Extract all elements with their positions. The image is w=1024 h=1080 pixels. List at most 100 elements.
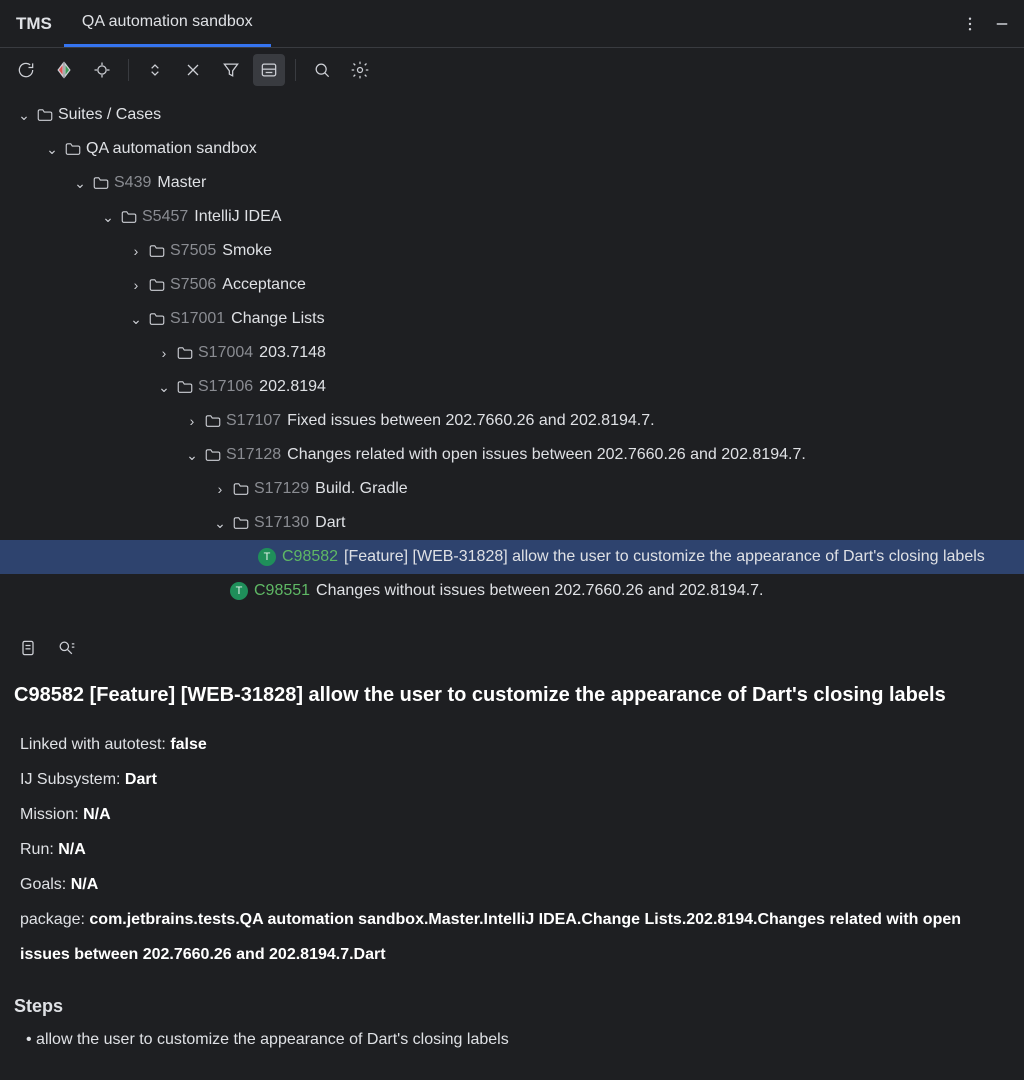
tree-suite[interactable]: ›S7505Smoke <box>0 234 1024 268</box>
tree-suite[interactable]: ⌄S17128Changes related with open issues … <box>0 438 1024 472</box>
chevron-down-icon[interactable]: ⌄ <box>154 379 174 396</box>
test-badge-icon: T <box>230 582 248 600</box>
tree-suite[interactable]: ⌄S17106202.8194 <box>0 370 1024 404</box>
expand-collapse-button[interactable] <box>139 54 171 86</box>
folder-icon <box>146 242 168 260</box>
toolbar-separator <box>128 59 129 81</box>
field-value: com.jetbrains.tests.QA automation sandbo… <box>20 911 961 963</box>
field-value: N/A <box>58 841 86 858</box>
settings-button[interactable] <box>344 54 376 86</box>
tree-item-label: Changes without issues between 202.7660.… <box>316 582 763 600</box>
compare-diff-button[interactable] <box>48 54 80 86</box>
tree-item-label: QA automation sandbox <box>86 140 257 158</box>
detail-title: C98582 [Feature] [WEB-31828] allow the u… <box>14 684 1010 707</box>
chevron-down-icon[interactable]: ⌄ <box>14 107 34 124</box>
tree-suite[interactable]: ›S17107Fixed issues between 202.7660.26 … <box>0 404 1024 438</box>
refresh-button[interactable] <box>10 54 42 86</box>
tree-suite[interactable]: ⌄S5457IntelliJ IDEA <box>0 200 1024 234</box>
field-key: Mission: <box>20 806 83 823</box>
folder-icon <box>146 276 168 294</box>
title-bar: TMS QA automation sandbox <box>0 0 1024 48</box>
detail-field: Mission: N/A <box>20 797 1010 832</box>
suite-id: S17129 <box>254 480 309 498</box>
folder-icon <box>230 480 252 498</box>
detail-toolbar <box>14 626 1010 670</box>
tree-item-label: Master <box>157 174 206 192</box>
chevron-down-icon[interactable]: ⌄ <box>210 515 230 532</box>
tree-item-label: Change Lists <box>231 310 324 328</box>
chevron-down-icon[interactable]: ⌄ <box>42 141 62 158</box>
folder-icon <box>174 344 196 362</box>
chevron-right-icon[interactable]: › <box>182 413 202 429</box>
folder-icon <box>202 446 224 464</box>
tree-item-label: 202.8194 <box>259 378 326 396</box>
detail-field: IJ Subsystem: Dart <box>20 762 1010 797</box>
tree-item-label: Dart <box>315 514 345 532</box>
field-key: IJ Subsystem: <box>20 771 125 788</box>
close-button[interactable] <box>177 54 209 86</box>
tree-item-label: Smoke <box>222 242 272 260</box>
chevron-right-icon[interactable]: › <box>154 345 174 361</box>
tree-suite[interactable]: ›S17129Build. Gradle <box>0 472 1024 506</box>
folder-icon <box>90 174 112 192</box>
tree-suite[interactable]: ⌄S17001Change Lists <box>0 302 1024 336</box>
tree-item-label: Fixed issues between 202.7660.26 and 202… <box>287 412 654 430</box>
suite-id: S439 <box>114 174 151 192</box>
detail-panel: C98582 [Feature] [WEB-31828] allow the u… <box>0 626 1024 1049</box>
field-key: Run: <box>20 841 58 858</box>
locate-button[interactable] <box>86 54 118 86</box>
tree-suite[interactable]: › S7506 Acceptance <box>0 268 1024 302</box>
tree-suite[interactable]: ⌄S17130Dart <box>0 506 1024 540</box>
case-id: C98551 <box>254 582 310 600</box>
toolbar-separator <box>295 59 296 81</box>
test-badge-icon: T <box>258 548 276 566</box>
folder-icon <box>146 310 168 328</box>
tree-item-label: Acceptance <box>222 276 306 294</box>
folder-icon <box>174 378 196 396</box>
tree-item-label: [Feature] [WEB-31828] allow the user to … <box>344 548 985 566</box>
tab-label: QA automation sandbox <box>82 13 253 31</box>
tree-suite[interactable]: ⌄ QA automation sandbox <box>0 132 1024 166</box>
detail-field: Goals: N/A <box>20 867 1010 902</box>
minimize-icon[interactable] <box>986 0 1018 47</box>
field-value: false <box>170 736 206 753</box>
kebab-menu-icon[interactable] <box>954 0 986 47</box>
tree-case[interactable]: ›TC98582[Feature] [WEB-31828] allow the … <box>0 540 1024 574</box>
tree-suite[interactable]: ›S17004203.7148 <box>0 336 1024 370</box>
field-value: N/A <box>71 876 99 893</box>
chevron-down-icon[interactable]: ⌄ <box>182 447 202 464</box>
filter-button[interactable] <box>215 54 247 86</box>
chevron-down-icon[interactable]: ⌄ <box>126 311 146 328</box>
folder-icon <box>202 412 224 430</box>
search-button[interactable] <box>306 54 338 86</box>
detail-panel-toggle[interactable] <box>253 54 285 86</box>
chevron-down-icon[interactable]: ⌄ <box>70 175 90 192</box>
tree-item-label: Suites / Cases <box>58 106 161 124</box>
folder-icon <box>34 106 56 124</box>
field-key: Linked with autotest: <box>20 736 170 753</box>
chevron-right-icon[interactable]: › <box>126 277 146 293</box>
folder-icon <box>230 514 252 532</box>
suite-id: S7506 <box>170 276 216 294</box>
toolbar <box>0 48 1024 92</box>
tree-suite[interactable]: ⌄ Suites / Cases <box>0 98 1024 132</box>
folder-icon <box>62 140 84 158</box>
tree-suite[interactable]: ⌄ S439 Master <box>0 166 1024 200</box>
tree-case[interactable]: ›TC98551Changes without issues between 2… <box>0 574 1024 608</box>
suite-id: S17004 <box>198 344 253 362</box>
find-test-icon[interactable] <box>52 634 80 662</box>
steps-list: allow the user to customize the appearan… <box>14 1031 1010 1049</box>
detail-fields: Linked with autotest: falseIJ Subsystem:… <box>14 727 1010 972</box>
step-item: allow the user to customize the appearan… <box>14 1031 1010 1049</box>
chevron-down-icon[interactable]: ⌄ <box>98 209 118 226</box>
field-key: Goals: <box>20 876 71 893</box>
chevron-right-icon[interactable]: › <box>210 481 230 497</box>
copy-description-icon[interactable] <box>14 634 42 662</box>
detail-field: Linked with autotest: false <box>20 727 1010 762</box>
tab-project[interactable]: QA automation sandbox <box>64 0 271 47</box>
tree-item-label: Changes related with open issues between… <box>287 446 806 464</box>
field-value: N/A <box>83 806 111 823</box>
detail-field: Run: N/A <box>20 832 1010 867</box>
suite-id: S5457 <box>142 208 188 226</box>
chevron-right-icon[interactable]: › <box>126 243 146 259</box>
